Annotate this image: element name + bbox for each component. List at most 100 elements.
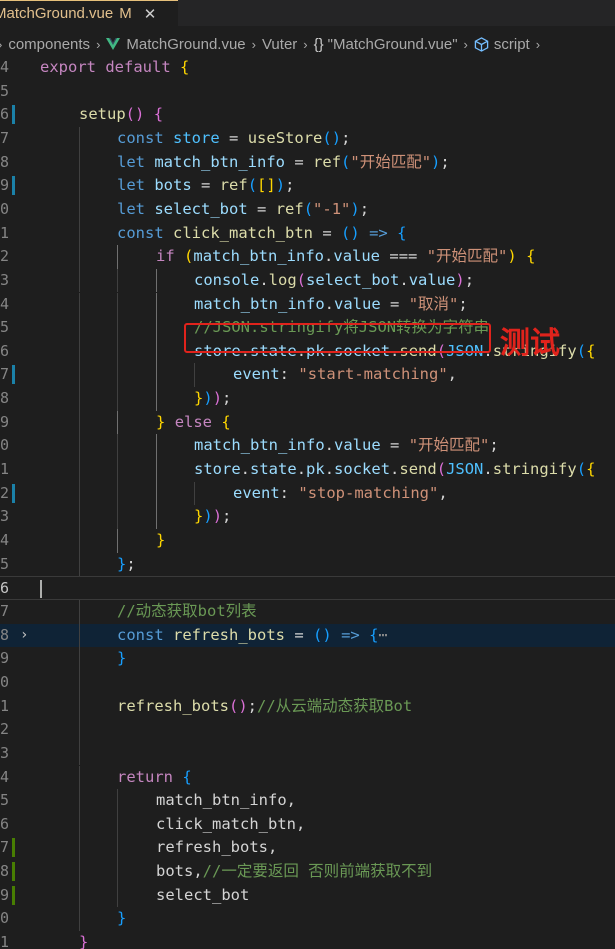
code-token: match_btn_info <box>193 247 325 266</box>
code-token: : <box>279 365 290 384</box>
code-token: match_btn_info <box>156 791 287 810</box>
indent-guide <box>156 339 157 364</box>
code-line[interactable]: 9 } <box>0 647 615 671</box>
code-line[interactable]: 0 match_btn_info.value = "开始匹配"; <box>0 434 615 459</box>
code-token: ) <box>212 389 223 408</box>
line-number: 2 <box>0 247 10 266</box>
chevron-right-icon[interactable]: › <box>20 624 28 648</box>
code-line[interactable]: 0 <box>0 670 615 695</box>
code-line[interactable]: 7 event: "start-matching", <box>0 363 615 388</box>
code-line[interactable]: 7 const store = useStore(); <box>0 126 615 151</box>
code-token: ; <box>440 152 450 171</box>
line-number: 0 <box>0 199 10 218</box>
indent-guide <box>156 458 157 482</box>
code-line[interactable]: 4 export default { <box>0 56 615 80</box>
code-line[interactable]: 5 <box>0 80 615 104</box>
code-token: . <box>259 270 269 289</box>
chevron-right-icon: › <box>0 37 2 52</box>
indent-guide <box>117 529 118 553</box>
code-line[interactable]: 1 refresh_bots();//从云端动态获取Bot <box>0 694 615 719</box>
code-token: ; <box>126 554 136 573</box>
code-token: ) <box>238 696 248 715</box>
text-cursor <box>40 580 42 599</box>
code-token: . <box>483 460 493 479</box>
code-token: === <box>389 247 418 266</box>
code-line[interactable]: 3 <box>0 741 615 766</box>
breadcrumb-item-folder[interactable]: Vuter <box>262 36 297 53</box>
indent-guide <box>79 599 80 624</box>
indent-guide <box>156 363 157 388</box>
code-token: let <box>117 176 145 195</box>
indent-guide <box>79 812 80 837</box>
line-number: 7 <box>0 365 10 384</box>
code-token: = <box>322 223 332 242</box>
close-icon[interactable]: ✕ <box>144 5 157 23</box>
code-line[interactable]: 2 if (match_btn_info.value === "开始匹配") { <box>0 245 615 269</box>
code-line[interactable]: 5 match_btn_info, <box>0 789 615 813</box>
code-token: = <box>390 294 400 313</box>
code-token: { <box>221 412 231 431</box>
code-line[interactable]: 9 } else { <box>0 410 615 435</box>
code-line[interactable]: 0 let select_bot = ref("-1"); <box>0 197 615 222</box>
indent-guide <box>79 292 80 317</box>
code-line[interactable]: 3 })); <box>0 505 615 529</box>
indent-guide <box>79 363 80 388</box>
breadcrumb-item-file[interactable]: MatchGround.vue <box>126 36 245 53</box>
code-token: ( <box>184 247 194 266</box>
code-line[interactable]: 8 bots,//一定要返回 否则前端获取不到 <box>0 860 615 884</box>
line-number: 9 <box>0 885 10 904</box>
code-line[interactable]: 9 select_bot <box>0 883 615 908</box>
code-line[interactable]: 6 click_match_btn, <box>0 812 615 837</box>
indent-guide <box>79 458 80 482</box>
folded-ellipsis-icon[interactable]: ⋯ <box>378 626 387 644</box>
code-line[interactable]: 4 match_btn_info.value = "取消"; <box>0 292 615 317</box>
code-token: ( <box>296 270 307 289</box>
code-line[interactable]: 1 const click_match_btn = () => { <box>0 221 615 246</box>
indent-guide <box>117 245 118 269</box>
code-line-current[interactable]: 6 <box>0 576 615 600</box>
code-token: ; <box>247 696 258 715</box>
code-line[interactable]: 5 }; <box>0 552 615 577</box>
line-number: 8 <box>0 862 10 881</box>
code-line[interactable]: 2 event: "stop-matching", <box>0 481 615 506</box>
line-number: 4 <box>0 294 10 313</box>
breadcrumb-item-components[interactable]: components <box>8 36 90 53</box>
code-token: : <box>279 483 290 502</box>
tab-modified-indicator: M <box>119 5 132 22</box>
code-line[interactable]: 2 <box>0 718 615 742</box>
code-token: ) <box>431 152 441 171</box>
code-token: ) <box>350 199 360 218</box>
code-line[interactable]: 1 } <box>0 931 615 949</box>
code-token: "stop-matching" <box>298 483 439 502</box>
code-line[interactable]: 7 //动态获取bot列表 <box>0 599 615 624</box>
code-token: JSON <box>446 460 484 479</box>
cube-icon <box>474 36 489 52</box>
code-token: } <box>79 933 89 949</box>
line-number: 8 <box>0 389 10 408</box>
code-line[interactable]: 8 let match_btn_info = ref("开始匹配"); <box>0 150 615 175</box>
editor-tab-matchground[interactable]: MatchGround.vue M ✕ <box>0 0 178 26</box>
indent-guide <box>117 410 118 435</box>
indent-guide <box>79 339 80 364</box>
indent-guide <box>117 339 118 364</box>
indent-guide <box>79 907 80 932</box>
breadcrumb-item-module[interactable]: "MatchGround.vue" <box>328 36 458 53</box>
code-line[interactable]: 0 } <box>0 907 615 932</box>
code-line[interactable]: 9 let bots = ref([]); <box>0 174 615 198</box>
code-line[interactable]: 4 } <box>0 529 615 553</box>
code-line[interactable]: 4 return { <box>0 765 615 790</box>
code-line[interactable]: 6 setup() { <box>0 103 615 127</box>
code-line[interactable]: 1 store.state.pk.socket.send(JSON.string… <box>0 458 615 482</box>
code-line-folded[interactable]: 8 › const refresh_bots = () => {⋯ <box>0 623 615 648</box>
code-token: "start-matching" <box>298 365 448 384</box>
indent-guide <box>156 481 157 506</box>
code-line[interactable]: 7 refresh_bots, <box>0 836 615 861</box>
code-token: . <box>390 460 400 479</box>
line-number: 0 <box>0 909 10 928</box>
code-token: ) <box>455 270 465 289</box>
code-line[interactable]: 3 console.log(select_bot.value); <box>0 268 615 293</box>
chevron-right-icon: › <box>535 36 541 52</box>
code-line[interactable]: 8 })); <box>0 387 615 411</box>
breadcrumb-item-script[interactable]: script <box>494 36 530 53</box>
code-editor[interactable]: 4 export default { 5 6 setup() { 7 const… <box>0 56 615 949</box>
